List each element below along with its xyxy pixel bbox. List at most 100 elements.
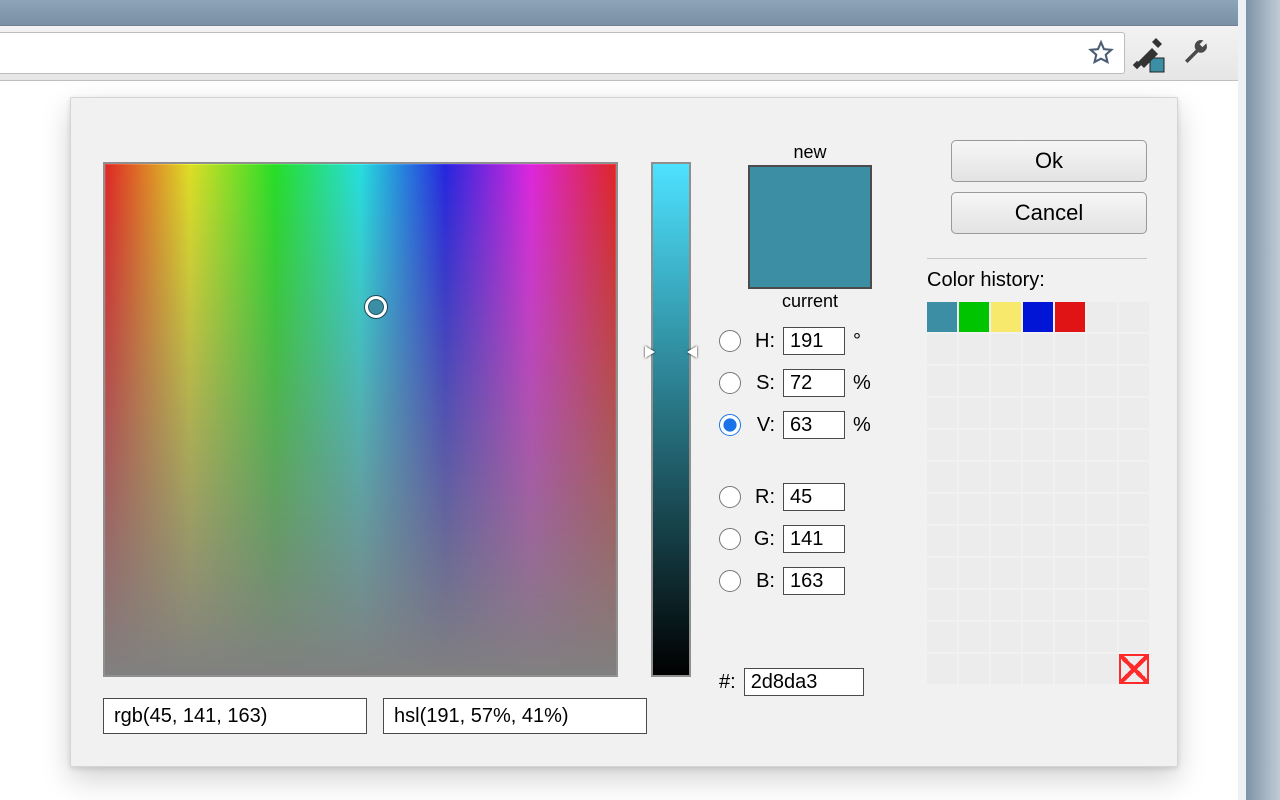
history-swatch[interactable] — [927, 558, 957, 588]
history-swatch[interactable] — [1023, 590, 1053, 620]
history-swatch[interactable] — [1087, 526, 1117, 556]
input-h[interactable] — [783, 327, 845, 355]
history-swatch[interactable] — [927, 590, 957, 620]
value-slider[interactable] — [651, 162, 691, 677]
history-swatch[interactable] — [1023, 654, 1053, 684]
history-swatch[interactable] — [927, 366, 957, 396]
output-rgb[interactable] — [103, 698, 367, 734]
history-swatch[interactable] — [991, 526, 1021, 556]
history-swatch[interactable] — [1087, 462, 1117, 492]
ok-button[interactable]: Ok — [951, 140, 1147, 182]
input-b[interactable] — [783, 567, 845, 595]
history-swatch[interactable] — [959, 334, 989, 364]
history-swatch[interactable] — [1119, 366, 1149, 396]
history-swatch[interactable] — [1055, 558, 1085, 588]
history-swatch[interactable] — [1087, 334, 1117, 364]
history-swatch[interactable] — [927, 302, 957, 332]
history-swatch[interactable] — [1055, 494, 1085, 524]
history-swatch[interactable] — [959, 398, 989, 428]
history-swatch[interactable] — [1119, 398, 1149, 428]
history-swatch[interactable] — [991, 334, 1021, 364]
history-swatch[interactable] — [959, 654, 989, 684]
history-swatch[interactable] — [927, 398, 957, 428]
history-swatch[interactable] — [1055, 398, 1085, 428]
history-swatch[interactable] — [1087, 430, 1117, 460]
input-g[interactable] — [783, 525, 845, 553]
history-swatch[interactable] — [959, 590, 989, 620]
input-r[interactable] — [783, 483, 845, 511]
history-swatch[interactable] — [927, 430, 957, 460]
history-swatch[interactable] — [1119, 430, 1149, 460]
history-swatch[interactable] — [1023, 558, 1053, 588]
history-swatch[interactable] — [1119, 558, 1149, 588]
radio-b[interactable] — [719, 570, 741, 592]
history-swatch[interactable] — [1119, 334, 1149, 364]
history-swatch[interactable] — [991, 430, 1021, 460]
history-swatch[interactable] — [1055, 430, 1085, 460]
history-swatch[interactable] — [991, 366, 1021, 396]
history-swatch[interactable] — [959, 622, 989, 652]
history-swatch[interactable] — [1023, 494, 1053, 524]
history-swatch[interactable] — [1023, 366, 1053, 396]
history-swatch[interactable] — [1119, 462, 1149, 492]
history-swatch[interactable] — [1055, 462, 1085, 492]
history-swatch[interactable] — [991, 590, 1021, 620]
history-swatch[interactable] — [927, 494, 957, 524]
history-swatch[interactable] — [1087, 654, 1117, 684]
history-swatch[interactable] — [1055, 622, 1085, 652]
history-swatch[interactable] — [1087, 398, 1117, 428]
history-swatch[interactable] — [1023, 398, 1053, 428]
radio-s[interactable] — [719, 372, 741, 394]
history-swatch[interactable] — [1055, 366, 1085, 396]
history-swatch[interactable] — [1055, 334, 1085, 364]
history-swatch[interactable] — [1087, 622, 1117, 652]
eyedropper-extension-icon[interactable] — [1126, 32, 1170, 76]
history-swatch[interactable] — [1055, 526, 1085, 556]
history-swatch[interactable] — [959, 494, 989, 524]
history-swatch[interactable] — [959, 462, 989, 492]
history-swatch[interactable] — [927, 462, 957, 492]
history-swatch[interactable] — [991, 462, 1021, 492]
history-swatch[interactable] — [1087, 366, 1117, 396]
history-swatch[interactable] — [1087, 302, 1117, 332]
history-swatch[interactable] — [1119, 526, 1149, 556]
history-swatch[interactable] — [927, 654, 957, 684]
history-swatch[interactable] — [991, 558, 1021, 588]
history-swatch[interactable] — [959, 430, 989, 460]
sv-field[interactable] — [103, 162, 618, 677]
history-swatch[interactable] — [1087, 558, 1117, 588]
history-swatch[interactable] — [991, 494, 1021, 524]
history-clear-icon[interactable] — [1119, 654, 1149, 684]
cancel-button[interactable]: Cancel — [951, 192, 1147, 234]
input-s[interactable] — [783, 369, 845, 397]
history-swatch[interactable] — [1055, 590, 1085, 620]
history-swatch[interactable] — [1119, 494, 1149, 524]
bookmark-star-icon[interactable] — [1086, 38, 1116, 68]
history-swatch[interactable] — [1119, 622, 1149, 652]
output-hsl[interactable] — [383, 698, 647, 734]
radio-r[interactable] — [719, 486, 741, 508]
history-swatch[interactable] — [959, 366, 989, 396]
history-swatch[interactable] — [1023, 302, 1053, 332]
history-swatch[interactable] — [1023, 430, 1053, 460]
history-swatch[interactable] — [1087, 494, 1117, 524]
history-swatch[interactable] — [927, 526, 957, 556]
history-swatch[interactable] — [1023, 622, 1053, 652]
history-swatch[interactable] — [1055, 654, 1085, 684]
history-swatch[interactable] — [927, 622, 957, 652]
radio-v[interactable] — [719, 414, 741, 436]
input-hex[interactable] — [744, 668, 864, 696]
history-swatch[interactable] — [1055, 302, 1085, 332]
history-swatch[interactable] — [1119, 302, 1149, 332]
history-swatch[interactable] — [991, 654, 1021, 684]
wrench-icon[interactable] — [1178, 36, 1212, 70]
history-swatch[interactable] — [1087, 590, 1117, 620]
history-swatch[interactable] — [991, 302, 1021, 332]
history-swatch[interactable] — [1023, 526, 1053, 556]
history-swatch[interactable] — [959, 302, 989, 332]
history-swatch[interactable] — [1023, 334, 1053, 364]
history-swatch[interactable] — [959, 526, 989, 556]
omnibox[interactable] — [0, 32, 1125, 74]
input-v[interactable] — [783, 411, 845, 439]
history-swatch[interactable] — [959, 558, 989, 588]
